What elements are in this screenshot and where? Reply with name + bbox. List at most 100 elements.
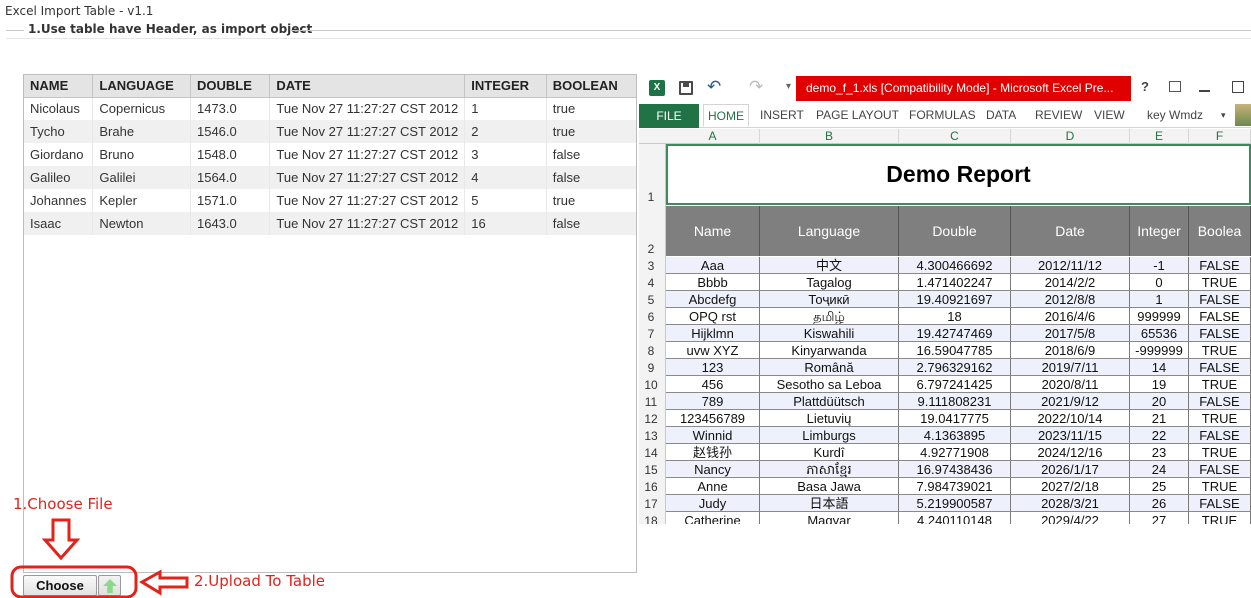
column-letter: D (1011, 129, 1130, 144)
excel-data-cell: Тоҷикӣ (760, 291, 899, 308)
table-cell: false (546, 166, 636, 189)
row-number: 16 (644, 480, 658, 494)
report-title: Demo Report (666, 144, 1251, 205)
table-cell: Galileo (24, 166, 94, 189)
row-number: 18 (644, 514, 658, 524)
column-header-language[interactable]: LANGUAGE (92, 75, 191, 98)
row-number: 13 (644, 429, 658, 443)
excel-logo-icon: X (649, 80, 665, 96)
column-header-double[interactable]: DOUBLE (190, 75, 271, 98)
excel-data-cell: 6.797241425 (899, 376, 1011, 393)
table-cell: 1473.0 (190, 97, 271, 120)
table-row[interactable]: Giordano Bruno 1548.0 Tue Nov 27 11:27:27 C… (24, 143, 636, 166)
excel-data-cell: Plattdüütsch (760, 393, 899, 410)
table-row[interactable]: Johannes Kepler 1571.0 Tue Nov 27 11:27:27 … (24, 189, 636, 212)
excel-header-cell: Date (1011, 206, 1130, 256)
row-number: 1 (647, 190, 655, 204)
table-cell: Tue Nov 27 11:27:27 CST 2012 (269, 143, 466, 166)
table-cell: Kepler (92, 189, 191, 212)
import-table-panel[interactable]: NAME LANGUAGE DOUBLE DATE INTEGER BOOLEA… (23, 74, 637, 573)
excel-data-cell: 27 (1130, 512, 1189, 524)
table-cell: 1548.0 (190, 143, 271, 166)
excel-data-cell: 1.471402247 (899, 274, 1011, 291)
excel-data-cell: 18 (899, 308, 1011, 325)
excel-window-title: demo_f_1.xls [Compatibility Mode] - Micr… (796, 76, 1131, 101)
excel-data-cell: 2026/1/17 (1011, 461, 1130, 478)
excel-data-cell: uvw XYZ (666, 342, 760, 359)
row-number: 15 (644, 463, 658, 477)
excel-data-cell: 19.0417775 (899, 410, 1011, 427)
excel-data-cell: Sesotho sa Leboa (760, 376, 899, 393)
column-header-integer[interactable]: INTEGER (464, 75, 547, 98)
excel-header-cell: Name (666, 206, 760, 256)
excel-data-cell: Aaa (666, 257, 760, 274)
row-number: 12 (644, 412, 658, 426)
excel-data-cell: Judy (666, 495, 760, 512)
excel-data-cell: 7.984739021 (899, 478, 1011, 495)
excel-data-cell: 2023/11/15 (1011, 427, 1130, 444)
excel-data-cell: 日本語 (760, 495, 899, 512)
table-cell: 3 (464, 143, 547, 166)
column-header-boolean[interactable]: BOOLEAN (546, 75, 636, 98)
table-cell: Isaac (24, 212, 94, 235)
excel-data-cell: 23 (1130, 444, 1189, 461)
column-letter: F (1189, 129, 1251, 144)
excel-data-cell: 中文 (760, 257, 899, 274)
excel-data-cell: Kurdî (760, 444, 899, 461)
excel-data-cell: TRUE (1189, 512, 1251, 524)
ribbon-tab-view: VIEW (1094, 108, 1125, 122)
excel-data-cell: 19 (1130, 376, 1189, 393)
excel-data-cell: TRUE (1189, 342, 1251, 359)
choose-file-button[interactable]: Choose (23, 575, 97, 596)
excel-data-cell: Tagalog (760, 274, 899, 291)
excel-data-cell: 0 (1130, 274, 1189, 291)
excel-data-cell: TRUE (1189, 376, 1251, 393)
group-divider (6, 38, 1251, 39)
excel-data-cell: 2020/8/11 (1011, 376, 1130, 393)
table-row[interactable]: Nicolaus Copernicus 1473.0 Tue Nov 27 11:27… (24, 97, 636, 120)
ribbon-tab-page-layout: PAGE LAYOUT (816, 108, 899, 122)
table-cell: Newton (92, 212, 191, 235)
table-cell: 16 (464, 212, 547, 235)
excel-data-cell: FALSE (1189, 393, 1251, 410)
table-cell: 4 (464, 166, 547, 189)
table-cell: 5 (464, 189, 547, 212)
excel-data-cell: OPQ rst (666, 308, 760, 325)
table-row[interactable]: Tycho Brahe 1546.0 Tue Nov 27 11:27:27 CST … (24, 120, 636, 143)
table-cell: Johannes (24, 189, 94, 212)
excel-header-cell: Boolea (1189, 206, 1251, 256)
excel-data-cell: Nancy (666, 461, 760, 478)
table-cell: Tycho (24, 120, 94, 143)
excel-data-cell: FALSE (1189, 257, 1251, 274)
table-cell: false (546, 212, 636, 235)
choose-file-annotation: 1.Choose File (13, 495, 113, 513)
excel-data-cell: 2024/12/16 (1011, 444, 1130, 461)
upload-button[interactable] (98, 575, 121, 596)
row-number: 14 (644, 446, 658, 460)
excel-column-headers: A B C D E F (639, 129, 1251, 144)
table-cell: Tue Nov 27 11:27:27 CST 2012 (269, 97, 466, 120)
user-menu-chevron-icon: ▾ (1221, 110, 1226, 120)
row-number: 2 (647, 242, 655, 256)
excel-data-cell: ភាសាខ្មែរ (760, 461, 899, 478)
column-letter: C (899, 129, 1011, 144)
excel-data-cell: 65536 (1130, 325, 1189, 342)
group-legend: 1.Use table have Header, as import objec… (28, 22, 313, 36)
excel-data-cell: Magyar (760, 512, 899, 524)
column-header-name[interactable]: NAME (24, 75, 94, 98)
table-row[interactable]: Isaac Newton 1643.0 Tue Nov 27 11:27:27 CST… (24, 212, 636, 235)
excel-data-cell: 2012/11/12 (1011, 257, 1130, 274)
table-cell: 1546.0 (190, 120, 271, 143)
column-header-date[interactable]: DATE (269, 75, 466, 98)
table-cell: true (546, 189, 636, 212)
table-cell: 1 (464, 97, 547, 120)
import-table: NAME LANGUAGE DOUBLE DATE INTEGER BOOLEA… (24, 75, 636, 235)
excel-data-cell: Anne (666, 478, 760, 495)
excel-data-cell: 19.40921697 (899, 291, 1011, 308)
ribbon-display-icon (1169, 81, 1181, 92)
excel-data-cell: 2021/9/12 (1011, 393, 1130, 410)
excel-data-cell: 4.92771908 (899, 444, 1011, 461)
excel-data-cell: FALSE (1189, 495, 1251, 512)
table-cell: 1643.0 (190, 212, 271, 235)
table-row[interactable]: Galileo Galilei 1564.0 Tue Nov 27 11:27:27 … (24, 166, 636, 189)
